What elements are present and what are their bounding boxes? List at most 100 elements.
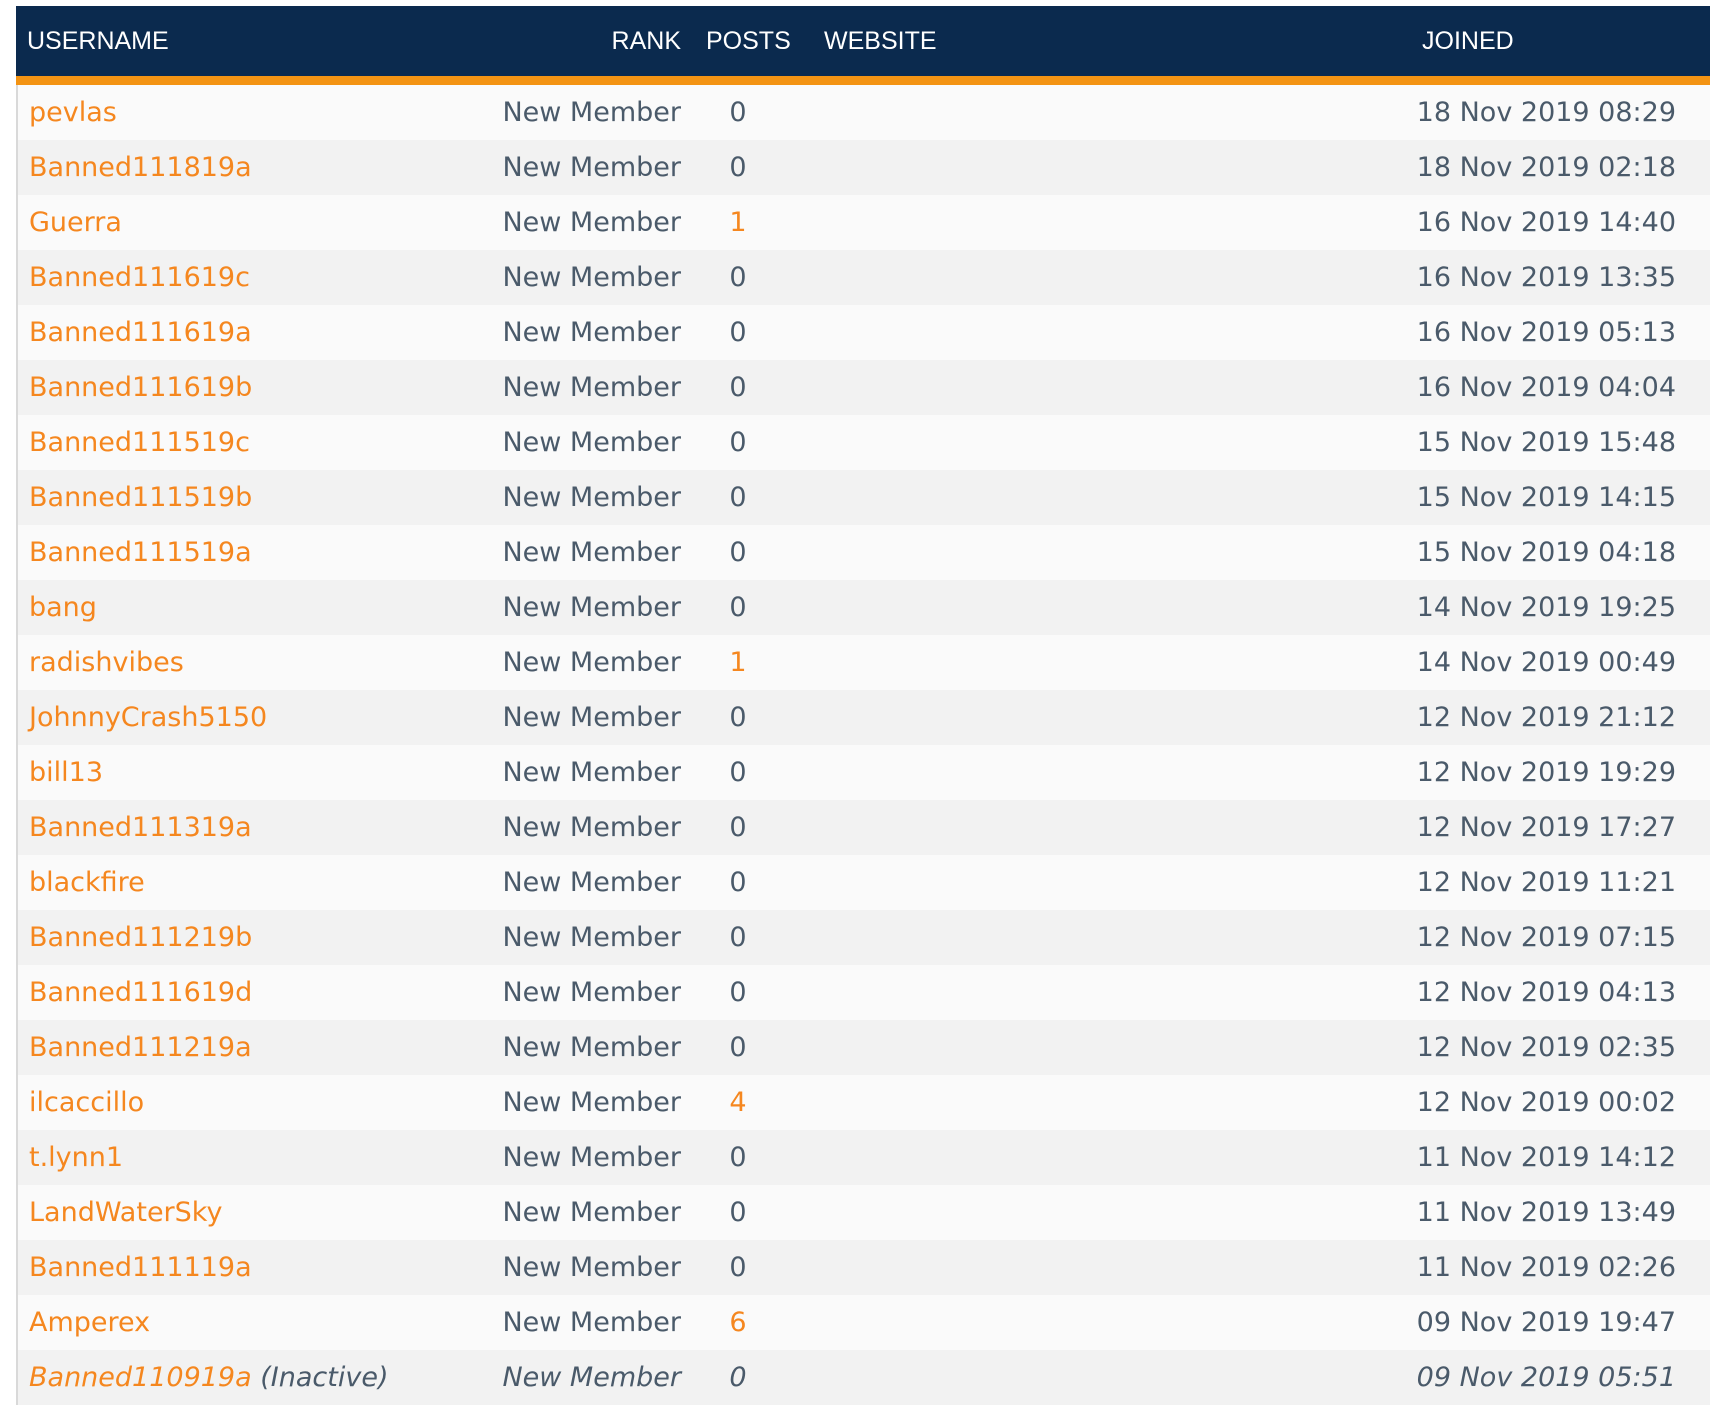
rank-cell: New Member [502, 1032, 681, 1063]
column-header-rank[interactable]: RANK [612, 6, 681, 76]
posts-cell: 0 [729, 152, 747, 183]
rank-cell: New Member [502, 207, 681, 238]
username-cell: Banned111519c [29, 415, 250, 470]
table-row: Banned111219b New Member 0 12 Nov 2019 07:1… [18, 910, 1710, 965]
username-link[interactable]: Banned111619b [29, 372, 252, 403]
posts-cell: 0 [729, 317, 747, 348]
username-cell: Banned111819a [29, 140, 252, 195]
posts-cell: 0 [729, 372, 747, 403]
posts-cell[interactable]: 1 [708, 635, 768, 690]
username-link[interactable]: Banned111319a [29, 812, 252, 843]
posts-cell: 0 [729, 1142, 747, 1173]
column-header-joined[interactable]: JOINED [1422, 6, 1514, 76]
table-row: Banned111319a New Member 0 12 Nov 2019 17:2… [18, 800, 1710, 855]
username-link[interactable]: LandWaterSky [29, 1197, 222, 1228]
username-link[interactable]: Banned111619c [29, 262, 250, 293]
joined-cell: 11 Nov 2019 02:26 [1416, 1252, 1676, 1283]
username-link[interactable]: radishvibes [29, 647, 184, 678]
joined-cell: 09 Nov 2019 05:51 [1416, 1362, 1676, 1393]
username-link[interactable]: Banned111619d [29, 977, 252, 1008]
posts-cell: 0 [729, 262, 747, 293]
joined-cell: 12 Nov 2019 21:12 [1416, 702, 1676, 733]
username-link[interactable]: JohnnyCrash5150 [29, 702, 267, 733]
username-link[interactable]: bang [29, 592, 97, 623]
posts-cell: 0 [729, 812, 747, 843]
username-cell: Amperex [29, 1295, 150, 1350]
rank-cell: New Member [502, 1252, 681, 1283]
joined-cell: 16 Nov 2019 14:40 [1416, 207, 1676, 238]
posts-cell: 0 [729, 702, 747, 733]
username-link[interactable]: bill13 [29, 757, 103, 788]
username-link[interactable]: Banned111819a [29, 152, 252, 183]
table-row: Banned111519a New Member 0 15 Nov 2019 04:1… [18, 525, 1710, 580]
rank-cell: New Member [502, 1087, 681, 1118]
username-cell: LandWaterSky [29, 1185, 222, 1240]
rank-cell: New Member [502, 537, 681, 568]
column-header-posts[interactable]: POSTS [706, 6, 791, 76]
joined-cell: 15 Nov 2019 04:18 [1416, 537, 1676, 568]
table-row: bill13 New Member 0 12 Nov 2019 19:29 [18, 745, 1710, 800]
rank-cell: New Member [502, 317, 681, 348]
joined-cell: 12 Nov 2019 00:02 [1416, 1087, 1676, 1118]
username-link[interactable]: Banned111119a [29, 1252, 252, 1283]
posts-cell: 0 [729, 1362, 747, 1393]
table-row: Banned111819a New Member 0 18 Nov 2019 02:1… [18, 140, 1710, 195]
table-body: pevlas New Member 0 18 Nov 2019 08:29 Banned… [16, 85, 1710, 1405]
username-cell: Banned111619b [29, 360, 252, 415]
joined-cell: 14 Nov 2019 00:49 [1416, 647, 1676, 678]
table-row: Banned111519b New Member 0 15 Nov 2019 14:1… [18, 470, 1710, 525]
rank-cell: New Member [502, 152, 681, 183]
posts-cell[interactable]: 4 [708, 1075, 768, 1130]
rank-cell: New Member [502, 372, 681, 403]
table-row: radishvibes New Member 1 14 Nov 2019 00:49 [18, 635, 1710, 690]
joined-cell: 11 Nov 2019 14:12 [1416, 1142, 1676, 1173]
username-link[interactable]: Guerra [29, 207, 122, 238]
username-cell: bang [29, 580, 97, 635]
rank-cell: New Member [502, 97, 681, 128]
joined-cell: 12 Nov 2019 07:15 [1416, 922, 1676, 953]
username-cell: Banned111519b [29, 470, 252, 525]
posts-cell[interactable]: 1 [708, 195, 768, 250]
posts-cell: 0 [729, 977, 747, 1008]
posts-cell: 0 [729, 482, 747, 513]
joined-cell: 16 Nov 2019 04:04 [1416, 372, 1676, 403]
rank-cell: New Member [502, 922, 681, 953]
table-row: Banned111619a New Member 0 16 Nov 2019 05:1… [18, 305, 1710, 360]
posts-cell: 0 [729, 922, 747, 953]
username-link[interactable]: Banned110919a [29, 1362, 252, 1393]
username-cell: pevlas [29, 85, 117, 140]
username-cell: Banned111619d [29, 965, 252, 1020]
joined-cell: 15 Nov 2019 14:15 [1416, 482, 1676, 513]
username-cell: Banned111219a [29, 1020, 252, 1075]
username-link[interactable]: Banned111219a [29, 1032, 252, 1063]
username-cell: Banned111119a [29, 1240, 252, 1295]
username-link[interactable]: t.lynn1 [29, 1142, 123, 1173]
username-link[interactable]: Banned111619a [29, 317, 252, 348]
column-header-website: WEBSITE [824, 27, 937, 55]
joined-cell: 16 Nov 2019 13:35 [1416, 262, 1676, 293]
username-cell: bill13 [29, 745, 103, 800]
username-link[interactable]: Banned111519a [29, 537, 252, 568]
table-row: JohnnyCrash5150 New Member 0 12 Nov 2019 21… [18, 690, 1710, 745]
username-link[interactable]: blackfire [29, 867, 145, 898]
username-cell: Banned111319a [29, 800, 252, 855]
table-row: Amperex New Member 6 09 Nov 2019 19:47 [18, 1295, 1710, 1350]
table-row: Banned111619c New Member 0 16 Nov 2019 13:3… [18, 250, 1710, 305]
username-link[interactable]: Banned111519c [29, 427, 250, 458]
column-header-username[interactable]: USERNAME [27, 6, 169, 76]
username-link[interactable]: ilcaccillo [29, 1087, 144, 1118]
rank-cell: New Member [502, 702, 681, 733]
rank-cell: New Member [502, 592, 681, 623]
table-row: LandWaterSky New Member 0 11 Nov 2019 13:49 [18, 1185, 1710, 1240]
username-cell: Banned111519a [29, 525, 252, 580]
username-link[interactable]: Amperex [29, 1307, 150, 1338]
joined-cell: 15 Nov 2019 15:48 [1416, 427, 1676, 458]
joined-cell: 11 Nov 2019 13:49 [1416, 1197, 1676, 1228]
username-link[interactable]: Banned111519b [29, 482, 252, 513]
posts-cell[interactable]: 6 [708, 1295, 768, 1350]
username-cell: JohnnyCrash5150 [29, 690, 267, 745]
username-link[interactable]: Banned111219b [29, 922, 252, 953]
username-cell: radishvibes [29, 635, 184, 690]
rank-cell: New Member [502, 1362, 681, 1393]
username-link[interactable]: pevlas [29, 97, 117, 128]
